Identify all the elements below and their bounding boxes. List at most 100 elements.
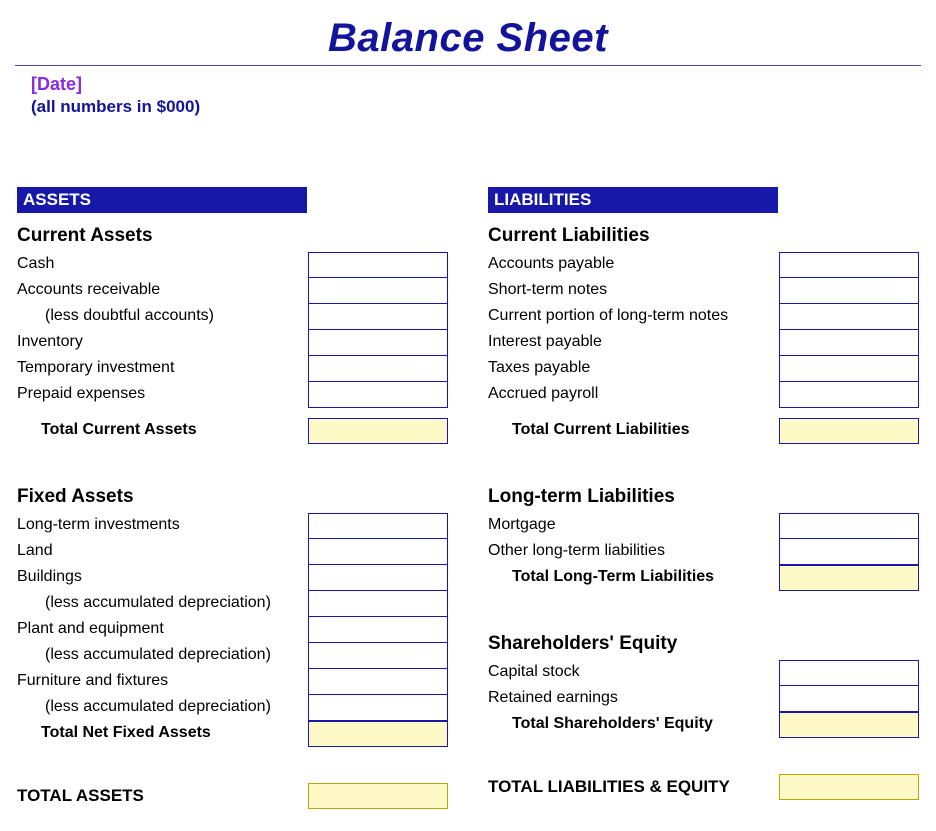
line-item: Current portion of long-term notes [488, 304, 919, 330]
current-assets-heading: Current Assets [17, 225, 448, 247]
grand-total-cell[interactable] [779, 774, 919, 800]
total-label: Total Shareholders' Equity [488, 712, 779, 738]
item-label: Prepaid expenses [17, 382, 308, 408]
value-cell[interactable] [308, 565, 448, 591]
page-title: Balance Sheet [15, 16, 921, 61]
total-assets-row: TOTAL ASSETS [17, 783, 448, 809]
total-row: Total Current Liabilities [488, 418, 919, 444]
total-row: Total Long-Term Liabilities [488, 565, 919, 591]
total-liabilities-equity-row: TOTAL LIABILITIES & EQUITY [488, 774, 919, 800]
line-item: Temporary investment [17, 356, 448, 382]
value-cell[interactable] [779, 660, 919, 686]
line-item: (less accumulated depreciation) [17, 591, 448, 617]
value-cell[interactable] [308, 617, 448, 643]
item-label: Accrued payroll [488, 382, 779, 408]
liabilities-header: LIABILITIES [488, 187, 778, 213]
value-cell[interactable] [308, 304, 448, 330]
current-liabilities-heading: Current Liabilities [488, 225, 919, 247]
value-cell[interactable] [308, 591, 448, 617]
item-label: Accounts payable [488, 252, 779, 278]
grand-total-cell[interactable] [308, 783, 448, 809]
value-cell[interactable] [308, 513, 448, 539]
item-label: Accounts receivable [17, 278, 308, 304]
line-item: Plant and equipment [17, 617, 448, 643]
grand-total-label: TOTAL ASSETS [17, 786, 308, 806]
line-item: Prepaid expenses [17, 382, 448, 408]
fixed-assets-heading: Fixed Assets [17, 486, 448, 508]
item-label: Plant and equipment [17, 617, 308, 643]
grand-total-label: TOTAL LIABILITIES & EQUITY [488, 777, 779, 797]
value-cell[interactable] [779, 330, 919, 356]
value-cell[interactable] [779, 278, 919, 304]
line-item: (less accumulated depreciation) [17, 643, 448, 669]
total-cell[interactable] [308, 721, 448, 747]
line-item: Accounts payable [488, 252, 919, 278]
item-label: Buildings [17, 565, 308, 591]
line-item: Buildings [17, 565, 448, 591]
item-label: Land [17, 539, 308, 565]
total-cell[interactable] [779, 418, 919, 444]
line-item: Taxes payable [488, 356, 919, 382]
value-cell[interactable] [308, 278, 448, 304]
item-label: Interest payable [488, 330, 779, 356]
item-label: Other long-term liabilities [488, 539, 779, 565]
total-label: Total Current Assets [17, 418, 308, 444]
assets-column: ASSETS Current Assets Cash Accounts rece… [17, 187, 448, 809]
value-cell[interactable] [308, 382, 448, 408]
value-cell[interactable] [308, 539, 448, 565]
total-row: Total Net Fixed Assets [17, 721, 448, 747]
date-placeholder: [Date] [31, 74, 921, 95]
value-cell[interactable] [308, 695, 448, 721]
total-row: Total Shareholders' Equity [488, 712, 919, 738]
item-label: Cash [17, 252, 308, 278]
total-label: Total Current Liabilities [488, 418, 779, 444]
value-cell[interactable] [308, 643, 448, 669]
item-label: Mortgage [488, 513, 779, 539]
item-label: Furniture and fixtures [17, 669, 308, 695]
value-cell[interactable] [779, 539, 919, 565]
item-label: Current portion of long-term notes [488, 304, 779, 330]
item-label: Inventory [17, 330, 308, 356]
line-item: Furniture and fixtures [17, 669, 448, 695]
line-item: Mortgage [488, 513, 919, 539]
total-cell[interactable] [308, 418, 448, 444]
value-cell[interactable] [308, 669, 448, 695]
line-item: Interest payable [488, 330, 919, 356]
shareholders-equity-heading: Shareholders' Equity [488, 633, 919, 655]
line-item: Capital stock [488, 660, 919, 686]
item-label: (less doubtful accounts) [17, 304, 308, 330]
value-cell[interactable] [308, 252, 448, 278]
item-label: (less accumulated depreciation) [17, 643, 308, 669]
line-item: Land [17, 539, 448, 565]
total-label: Total Net Fixed Assets [17, 721, 308, 747]
value-cell[interactable] [779, 382, 919, 408]
assets-header: ASSETS [17, 187, 307, 213]
item-label: (less accumulated depreciation) [17, 695, 308, 721]
value-cell[interactable] [779, 252, 919, 278]
total-row: Total Current Assets [17, 418, 448, 444]
value-cell[interactable] [308, 356, 448, 382]
line-item: Retained earnings [488, 686, 919, 712]
value-cell[interactable] [779, 513, 919, 539]
long-term-liabilities-heading: Long-term Liabilities [488, 486, 919, 508]
item-label: Retained earnings [488, 686, 779, 712]
value-cell[interactable] [308, 330, 448, 356]
item-label: Short-term notes [488, 278, 779, 304]
line-item: Short-term notes [488, 278, 919, 304]
total-cell[interactable] [779, 712, 919, 738]
line-item: Cash [17, 252, 448, 278]
value-cell[interactable] [779, 304, 919, 330]
total-cell[interactable] [779, 565, 919, 591]
item-label: (less accumulated depreciation) [17, 591, 308, 617]
liabilities-column: LIABILITIES Current Liabilities Accounts… [488, 187, 919, 809]
value-cell[interactable] [779, 356, 919, 382]
item-label: Temporary investment [17, 356, 308, 382]
value-cell[interactable] [779, 686, 919, 712]
line-item: Inventory [17, 330, 448, 356]
line-item: Other long-term liabilities [488, 539, 919, 565]
title-divider [15, 65, 921, 66]
total-label: Total Long-Term Liabilities [488, 565, 779, 591]
line-item: Accounts receivable [17, 278, 448, 304]
line-item: Long-term investments [17, 513, 448, 539]
item-label: Taxes payable [488, 356, 779, 382]
